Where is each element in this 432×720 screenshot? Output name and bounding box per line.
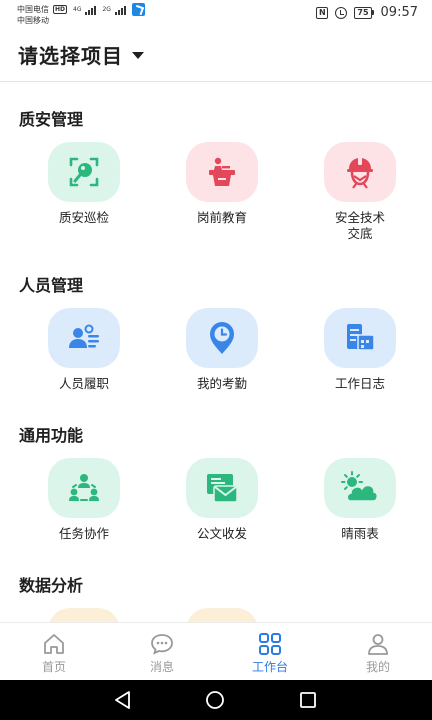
tile-label: 安全技术 交底 [334, 210, 385, 241]
app-header: 请选择项目 [0, 26, 432, 82]
battery-icon: 75 [354, 6, 374, 19]
nav-label: 工作台 [251, 660, 288, 674]
tile-label: 我的考勤 [196, 376, 247, 391]
tile-safety-briefing[interactable]: 安全技术 交底 [300, 142, 420, 242]
tile-document-exchange[interactable]: 公文收发 [162, 458, 282, 542]
document-mail-icon [186, 458, 258, 518]
status-bar: 中国电信 HD 4G 2G 中国移动 N 75 09:57 [0, 0, 432, 26]
tile-personnel-duty[interactable]: 人员履职 [24, 308, 144, 392]
system-nav-bar [0, 680, 432, 720]
clock-pin-icon [186, 308, 258, 368]
person-card-icon [48, 308, 120, 368]
tile-task-collaboration[interactable]: 任务协作 [24, 458, 144, 542]
search-inspect-icon [48, 142, 120, 202]
tile-work-log[interactable]: 工作日志 [300, 308, 420, 392]
home-icon [41, 632, 67, 656]
tile-label: 工作日志 [334, 376, 385, 391]
lectern-icon [186, 142, 258, 202]
recents-icon[interactable] [298, 690, 320, 710]
analysis-icon [186, 608, 258, 622]
signal-icon [114, 5, 126, 15]
caret-down-icon [132, 52, 144, 59]
tile-label: 晴雨表 [341, 526, 379, 541]
hardhat-worker-icon [324, 142, 396, 202]
tile-label: 质安巡检 [58, 210, 109, 225]
carrier-info: 中国电信 HD 4G 2G 中国移动 [17, 3, 145, 26]
nav-messages[interactable]: 消息 [108, 623, 216, 680]
back-icon[interactable] [113, 690, 135, 710]
team-collab-icon [48, 458, 120, 518]
tile-label: 任务协作 [58, 526, 109, 541]
tile-label: 人员履职 [58, 376, 109, 391]
status-time: 09:57 [380, 5, 418, 20]
tile-analysis-1[interactable] [24, 608, 144, 622]
section-title-personnel: 人员管理 [19, 276, 84, 295]
analysis-icon [48, 608, 120, 622]
nfc-icon: N [316, 6, 329, 19]
carrier-2-network: 2G [102, 5, 111, 13]
tile-my-attendance[interactable]: 我的考勤 [162, 308, 282, 392]
grid-icon [257, 632, 283, 656]
section-title-common: 通用功能 [19, 426, 84, 445]
nav-profile[interactable]: 我的 [324, 623, 432, 680]
project-title: 请选择项目 [18, 44, 123, 68]
nav-home[interactable]: 首页 [0, 623, 108, 680]
section-title-quality: 质安管理 [19, 110, 84, 129]
hd-badge: HD [53, 5, 68, 14]
tile-quality-inspection[interactable]: 质安巡检 [24, 142, 144, 226]
carrier-2-name: 中国移动 [17, 16, 49, 25]
nav-workbench[interactable]: 工作台 [216, 623, 324, 680]
battery-level: 75 [354, 6, 372, 19]
nav-label: 我的 [365, 660, 390, 674]
tile-analysis-2[interactable] [162, 608, 282, 622]
carrier-1-network: 4G [73, 5, 82, 13]
workbench-content[interactable]: 质安管理 质安巡检 岗前教育 安全技术 交底 人员管理 人员履职 我的考勤 工作… [0, 82, 432, 622]
project-selector[interactable]: 请选择项目 [18, 40, 144, 69]
tile-pre-job-education[interactable]: 岗前教育 [162, 142, 282, 226]
carrier-1-name: 中国电信 [17, 4, 49, 14]
nav-label: 首页 [41, 660, 66, 674]
chat-icon [149, 632, 175, 656]
signal-icon [85, 5, 97, 15]
tile-weather[interactable]: 晴雨表 [300, 458, 420, 542]
bottom-nav: 首页 消息 工作台 我的 [0, 622, 432, 680]
log-calendar-icon [324, 308, 396, 368]
section-title-analysis: 数据分析 [19, 576, 84, 595]
user-icon [365, 632, 391, 656]
app-notification-icon [131, 3, 145, 16]
tile-label: 岗前教育 [196, 210, 247, 225]
tile-label: 公文收发 [196, 526, 247, 541]
home-circle-icon[interactable] [205, 690, 227, 710]
alarm-icon [335, 6, 348, 19]
nav-label: 消息 [149, 660, 174, 674]
sun-cloud-icon [324, 458, 396, 518]
